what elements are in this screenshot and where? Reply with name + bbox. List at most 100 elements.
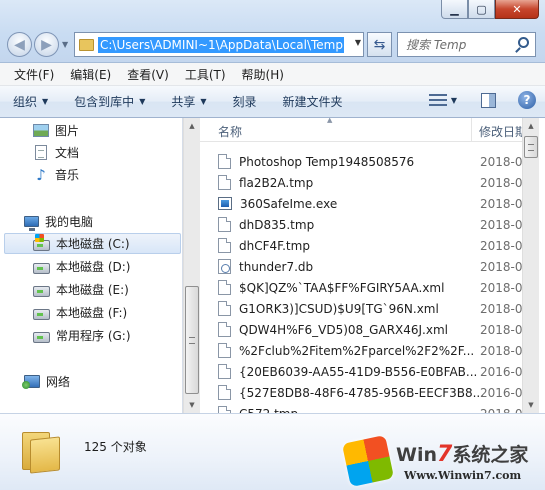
watermark: Win7系统之家 Www.Winwin7.com bbox=[341, 434, 542, 488]
file-icon bbox=[218, 154, 231, 169]
file-icon bbox=[218, 322, 231, 337]
file-name: {20EB6039-AA55-41D9-B556-E0BFAB... bbox=[239, 364, 478, 379]
new-folder-label: 新建文件夹 bbox=[282, 95, 343, 109]
view-dropdown-icon[interactable]: ▼ bbox=[451, 96, 457, 105]
file-scrollbar[interactable]: ▲ ▼ bbox=[522, 118, 539, 413]
burn-button[interactable]: 刻录 bbox=[233, 93, 257, 110]
table-row[interactable]: {527E8DB8-48F6-4785-956B-EECF3B8... 2016-… bbox=[218, 382, 522, 403]
nav-item-network[interactable]: 网络 bbox=[22, 371, 70, 392]
table-row[interactable]: thunder7.db 2018-0 bbox=[218, 256, 522, 277]
file-date: 2016-0 bbox=[480, 385, 522, 400]
table-row[interactable]: 360SafeIme.exe 2018-0 bbox=[218, 193, 522, 214]
scroll-up-icon[interactable]: ▲ bbox=[184, 118, 200, 134]
table-row[interactable]: %2Fclub%2Fitem%2Fparcel%2F2%2F... 2018-0 bbox=[218, 340, 522, 361]
file-list: ▲ 名称 修改日期 Photoshop Temp1948508576 2018-0… bbox=[200, 118, 522, 413]
drive-icon bbox=[33, 308, 50, 320]
file-name: thunder7.db bbox=[239, 259, 314, 274]
table-row[interactable]: C572.tmp2018-0 bbox=[218, 403, 522, 413]
include-library-label: 包含到库中 bbox=[74, 95, 135, 109]
close-button[interactable]: ✕ bbox=[495, 0, 539, 19]
column-date-modified[interactable]: 修改日期 bbox=[479, 123, 522, 140]
forward-button[interactable]: ▶ bbox=[34, 32, 59, 57]
menu-tools[interactable]: 工具(T) bbox=[177, 66, 234, 83]
maximize-icon: ▢ bbox=[476, 2, 487, 16]
search-input[interactable] bbox=[398, 33, 508, 56]
file-scroll-thumb[interactable] bbox=[524, 136, 538, 158]
address-dropdown-icon[interactable]: ▼ bbox=[355, 38, 361, 47]
table-row[interactable]: $QK]QZ%`TAA$FF%FGIRY5AA.xml 2018-0 bbox=[218, 277, 522, 298]
nav-item-drive-f[interactable]: 本地磁盘 (F:) bbox=[33, 302, 127, 323]
scroll-up-icon[interactable]: ▲ bbox=[523, 118, 539, 134]
navigation-pane: 图片 文档 ♪ 音乐 我的电脑 本地磁盘 (C:) 本地磁盘 (D:) 本地磁盘… bbox=[0, 118, 183, 413]
documents-icon bbox=[35, 145, 47, 160]
file-date: 2018-0 bbox=[480, 280, 522, 295]
table-row[interactable]: dhCF4F.tmp 2018-0 bbox=[218, 235, 522, 256]
file-name: $QK]QZ%`TAA$FF%FGIRY5AA.xml bbox=[239, 280, 445, 295]
file-icon bbox=[218, 217, 231, 232]
file-name: dhCF4F.tmp bbox=[239, 238, 310, 253]
nav-label: 本地磁盘 (E:) bbox=[56, 283, 129, 297]
drive-icon bbox=[33, 285, 50, 297]
watermark-url: Www.Winwin7.com bbox=[404, 469, 522, 482]
column-name[interactable]: 名称 bbox=[218, 123, 242, 140]
back-button[interactable]: ◀ bbox=[7, 32, 32, 57]
menu-view[interactable]: 查看(V) bbox=[119, 66, 177, 83]
new-folder-button[interactable]: 新建文件夹 bbox=[283, 93, 343, 110]
organize-button[interactable]: 组织 ▼ bbox=[13, 93, 48, 110]
file-name: G1ORK3)]CSUD)$U9[TG`96N.xml bbox=[239, 301, 439, 316]
nav-item-drive-g[interactable]: 常用程序 (G:) bbox=[33, 325, 131, 346]
menu-file[interactable]: 文件(F) bbox=[6, 66, 62, 83]
file-icon bbox=[218, 238, 231, 253]
file-icon bbox=[218, 385, 231, 400]
file-date: 2018-0 bbox=[480, 322, 522, 337]
pictures-icon bbox=[33, 124, 49, 137]
menu-edit[interactable]: 编辑(E) bbox=[62, 66, 119, 83]
refresh-button[interactable]: ⇆ bbox=[367, 32, 392, 57]
nav-item-drive-c[interactable]: 本地磁盘 (C:) bbox=[4, 233, 181, 254]
file-name: fla2B2A.tmp bbox=[239, 175, 314, 190]
file-date: 2018-0 bbox=[480, 259, 522, 274]
nav-item-pictures[interactable]: 图片 bbox=[33, 120, 79, 141]
nav-scrollbar[interactable]: ▲ ▼ bbox=[183, 118, 200, 413]
preview-pane-icon[interactable] bbox=[481, 92, 496, 108]
file-date: 2018-0 bbox=[480, 196, 522, 211]
nav-item-documents[interactable]: 文档 bbox=[33, 142, 79, 163]
nav-item-drive-e[interactable]: 本地磁盘 (E:) bbox=[33, 279, 129, 300]
address-bar[interactable]: C:\Users\ADMINI~1\AppData\Local\Temp ▼ bbox=[74, 32, 364, 57]
table-row[interactable]: fla2B2A.tmp 2018-0 bbox=[218, 172, 522, 193]
scroll-down-icon[interactable]: ▼ bbox=[184, 397, 200, 413]
table-row[interactable]: Photoshop Temp1948508576 2018-0 bbox=[218, 151, 522, 172]
search-icon[interactable] bbox=[518, 37, 529, 48]
table-row[interactable]: QDW4H%F6_VD5)08_GARX46J.xml 2018-0 bbox=[218, 319, 522, 340]
file-date: 2018-0 bbox=[480, 175, 522, 190]
search-box[interactable] bbox=[397, 32, 536, 57]
file-date: 2018-0 bbox=[480, 154, 522, 169]
help-icon[interactable]: ? bbox=[518, 91, 536, 109]
scroll-down-icon[interactable]: ▼ bbox=[523, 397, 539, 413]
minimize-button[interactable]: ▁ bbox=[441, 0, 468, 19]
table-row[interactable]: {20EB6039-AA55-41D9-B556-E0BFAB... 2016-0 bbox=[218, 361, 522, 382]
nav-item-drive-d[interactable]: 本地磁盘 (D:) bbox=[33, 256, 130, 277]
arrow-left-icon: ◀ bbox=[14, 36, 25, 53]
view-options-icon[interactable] bbox=[428, 93, 447, 107]
column-divider[interactable] bbox=[471, 118, 472, 142]
nav-item-music[interactable]: ♪ 音乐 bbox=[33, 164, 79, 185]
table-row[interactable]: G1ORK3)]CSUD)$U9[TG`96N.xml 2018-0 bbox=[218, 298, 522, 319]
table-row[interactable]: dhD835.tmp 2018-0 bbox=[218, 214, 522, 235]
nav-scroll-thumb[interactable] bbox=[185, 286, 199, 394]
address-text[interactable]: C:\Users\ADMINI~1\AppData\Local\Temp bbox=[98, 36, 344, 53]
share-button[interactable]: 共享 ▼ bbox=[171, 93, 206, 110]
recent-pages-dropdown[interactable]: ▼ bbox=[62, 40, 68, 49]
file-date: 2018-0 bbox=[480, 217, 522, 232]
nav-item-computer[interactable]: 我的电脑 bbox=[24, 211, 93, 232]
include-library-button[interactable]: 包含到库中 ▼ bbox=[74, 93, 145, 110]
file-name: {527E8DB8-48F6-4785-956B-EECF3B8... bbox=[239, 385, 483, 400]
nav-label: 常用程序 (G:) bbox=[56, 329, 131, 343]
file-name: dhD835.tmp bbox=[239, 217, 315, 232]
file-icon bbox=[218, 364, 231, 379]
burn-label: 刻录 bbox=[232, 95, 257, 109]
menu-help[interactable]: 帮助(H) bbox=[234, 66, 292, 83]
database-file-icon bbox=[218, 259, 231, 274]
drive-icon bbox=[33, 262, 50, 274]
maximize-button[interactable]: ▢ bbox=[468, 0, 495, 19]
